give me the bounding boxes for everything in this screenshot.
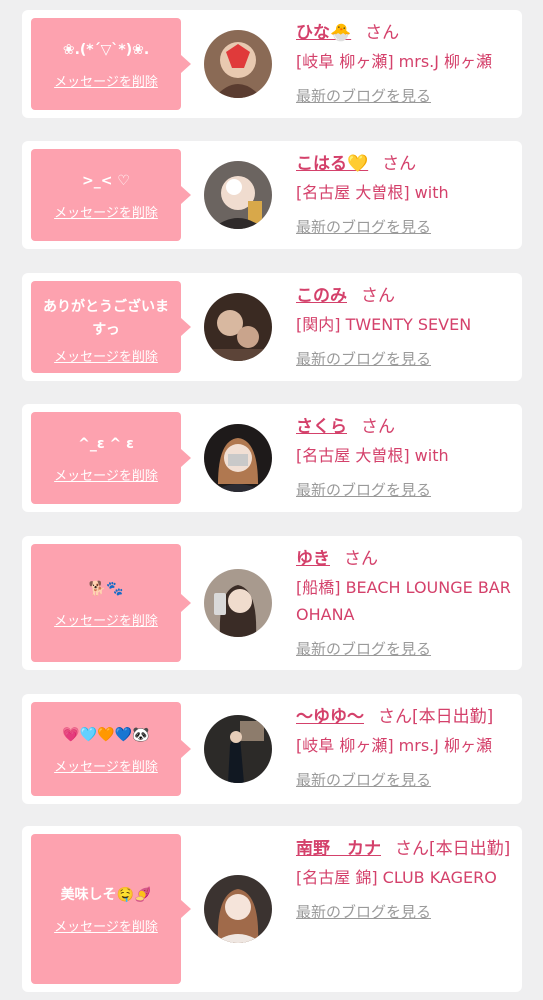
profile-info: さくら さん [名古屋 大曽根] with 最新のブログを見る — [296, 414, 520, 500]
avatar[interactable] — [204, 293, 272, 361]
delete-message-link[interactable]: メッセージを削除 — [54, 465, 158, 484]
profile-name-link[interactable]: こはる💛 — [296, 154, 368, 174]
profile-info: こはる💛 さん [名古屋 大曽根] with 最新のブログを見る — [296, 151, 520, 237]
message-card: >_< ♡ メッセージを削除 こはる💛 さん [名古屋 大曽根] with 最新の… — [22, 141, 522, 249]
latest-blog-link[interactable]: 最新のブログを見る — [296, 216, 431, 237]
message-card: 美味しそ🤤🍠 メッセージを削除 南野 カナ さん[本日出勤] [名古屋 錦] CL… — [22, 826, 522, 992]
profile-info: ひな🐣 さん [岐阜 柳ヶ瀬] mrs.J 柳ヶ瀬 最新のブログを見る — [296, 20, 520, 106]
shop-name: [岐阜 柳ヶ瀬] mrs.J 柳ヶ瀬 — [296, 52, 493, 71]
profile-info: このみ さん [関内] TWENTY SEVEN 最新のブログを見る — [296, 283, 520, 369]
message-text: >_< ♡ — [82, 172, 130, 189]
delete-message-link[interactable]: メッセージを削除 — [54, 346, 158, 365]
avatar[interactable] — [204, 424, 272, 492]
avatar[interactable] — [204, 30, 272, 98]
message-bubble: 美味しそ🤤🍠 メッセージを削除 — [31, 834, 191, 984]
avatar[interactable] — [204, 715, 272, 783]
profile-name-link[interactable]: ゆき — [296, 549, 330, 569]
honorific: さん[本日出勤] — [378, 707, 494, 727]
latest-blog-link[interactable]: 最新のブログを見る — [296, 769, 431, 790]
message-text: 美味しそ🤤🍠 — [60, 886, 152, 903]
shop-name: [船橋] BEACH LOUNGE BAR OHANA — [296, 578, 511, 624]
profile-name-link[interactable]: 南野 カナ — [296, 839, 381, 859]
message-bubble: ❀.(*´▽`*)❀. メッセージを削除 — [31, 18, 191, 110]
avatar[interactable] — [204, 875, 272, 943]
latest-blog-link[interactable]: 最新のブログを見る — [296, 85, 431, 106]
delete-message-link[interactable]: メッセージを削除 — [54, 916, 158, 935]
message-text: ありがとうございますっ — [43, 298, 169, 338]
profile-name-link[interactable]: さくら — [296, 417, 347, 437]
profile-info: 〜ゆゆ〜 さん[本日出勤] [岐阜 柳ヶ瀬] mrs.J 柳ヶ瀬 最新のブログを見… — [296, 704, 520, 790]
profile-info: 南野 カナ さん[本日出勤] [名古屋 錦] CLUB KAGERO 最新のブログ… — [296, 836, 520, 922]
message-bubble: 🐕🐾 メッセージを削除 — [31, 544, 191, 662]
latest-blog-link[interactable]: 最新のブログを見る — [296, 901, 431, 922]
delete-message-link[interactable]: メッセージを削除 — [54, 202, 158, 221]
message-text: 💗🩵🧡💙🐼 — [62, 726, 150, 743]
profile-name-link[interactable]: このみ — [296, 286, 347, 306]
message-card: 💗🩵🧡💙🐼 メッセージを削除 〜ゆゆ〜 さん[本日出勤] [岐阜 柳ヶ瀬] mrs… — [22, 694, 522, 804]
message-bubble: ^_ε ^ ε メッセージを削除 — [31, 412, 191, 504]
shop-name: [岐阜 柳ヶ瀬] mrs.J 柳ヶ瀬 — [296, 736, 493, 755]
profile-info: ゆき さん [船橋] BEACH LOUNGE BAR OHANA 最新のブログを… — [296, 546, 520, 659]
message-bubble: >_< ♡ メッセージを削除 — [31, 149, 191, 241]
delete-message-link[interactable]: メッセージを削除 — [54, 756, 158, 775]
honorific: さん — [344, 549, 378, 569]
latest-blog-link[interactable]: 最新のブログを見る — [296, 479, 431, 500]
latest-blog-link[interactable]: 最新のブログを見る — [296, 638, 431, 659]
message-bubble: 💗🩵🧡💙🐼 メッセージを削除 — [31, 702, 191, 796]
avatar[interactable] — [204, 161, 272, 229]
shop-name: [名古屋 錦] CLUB KAGERO — [296, 868, 497, 887]
message-text: 🐕🐾 — [88, 580, 124, 597]
message-text: ❀.(*´▽`*)❀. — [62, 41, 150, 58]
message-text: ^_ε ^ ε — [78, 435, 134, 452]
message-card: 🐕🐾 メッセージを削除 ゆき さん [船橋] BEACH LOUNGE BAR O… — [22, 536, 522, 670]
latest-blog-link[interactable]: 最新のブログを見る — [296, 348, 431, 369]
honorific: さん — [382, 154, 417, 174]
profile-name-link[interactable]: 〜ゆゆ〜 — [296, 707, 364, 727]
message-card: ありがとうございますっ メッセージを削除 このみ さん [関内] TWENTY S… — [22, 273, 522, 381]
avatar[interactable] — [204, 569, 272, 637]
message-bubble: ありがとうございますっ メッセージを削除 — [31, 281, 191, 373]
honorific: さん[本日出勤] — [395, 839, 511, 859]
honorific: さん — [361, 286, 395, 306]
shop-name: [名古屋 大曽根] with — [296, 446, 449, 465]
shop-name: [名古屋 大曽根] with — [296, 183, 449, 202]
honorific: さん — [365, 23, 400, 43]
profile-name-link[interactable]: ひな🐣 — [296, 23, 351, 43]
honorific: さん — [361, 417, 395, 437]
shop-name: [関内] TWENTY SEVEN — [296, 315, 472, 334]
delete-message-link[interactable]: メッセージを削除 — [54, 610, 158, 629]
message-card: ^_ε ^ ε メッセージを削除 さくら さん [名古屋 大曽根] with 最新… — [22, 404, 522, 512]
delete-message-link[interactable]: メッセージを削除 — [54, 71, 158, 90]
message-card: ❀.(*´▽`*)❀. メッセージを削除 ひな🐣 さん [岐阜 柳ヶ瀬] mrs.… — [22, 10, 522, 118]
